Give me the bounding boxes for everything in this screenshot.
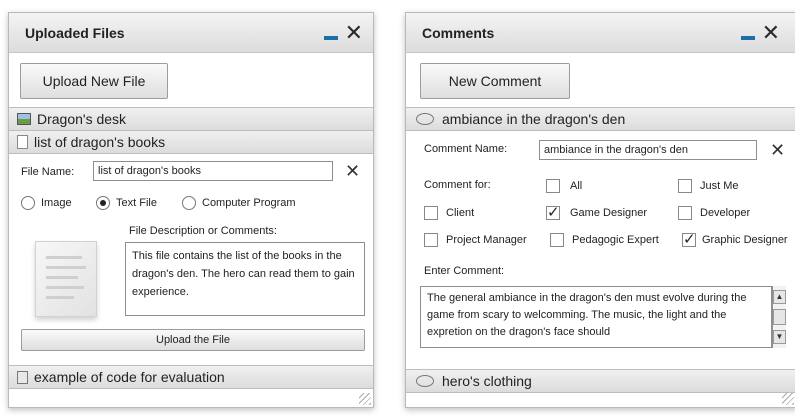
comment-bubble-icon xyxy=(416,113,434,125)
file-description-label: File Description or Comments: xyxy=(129,225,277,237)
code-file-icon xyxy=(17,370,28,384)
radio-text-file[interactable] xyxy=(96,196,110,210)
window-controls: ✕ xyxy=(323,21,363,43)
panel-title: Uploaded Files xyxy=(25,24,125,41)
comment-textarea[interactable]: The general ambiance in the dragon's den… xyxy=(420,286,772,348)
file-item-label: list of dragon's books xyxy=(34,134,166,150)
checkbox-developer[interactable] xyxy=(678,206,692,220)
comments-titlebar: Comments ✕ xyxy=(406,13,795,53)
upload-new-file-button[interactable]: Upload New File xyxy=(20,63,168,99)
resize-grip-icon[interactable] xyxy=(782,393,794,405)
close-icon[interactable]: ✕ xyxy=(345,21,363,43)
comment-name-field[interactable] xyxy=(539,140,757,160)
minimize-icon[interactable] xyxy=(323,23,339,43)
comment-item-label: hero's clothing xyxy=(442,373,532,389)
text-file-icon xyxy=(17,135,28,149)
comment-for-label: Comment for: xyxy=(424,179,491,191)
clear-comment-name-icon[interactable]: ✕ xyxy=(770,141,785,159)
window-controls: ✕ xyxy=(740,21,780,43)
panel-title: Comments xyxy=(422,24,495,41)
uploaded-files-panel: Uploaded Files ✕ Upload New File Dragon'… xyxy=(8,12,374,408)
checkbox-pedagogic-expert[interactable] xyxy=(550,233,564,247)
comment-item-ambiance[interactable]: ambiance in the dragon's den xyxy=(406,107,795,131)
resize-grip-icon[interactable] xyxy=(359,393,371,405)
checkbox-just-me-label: Just Me xyxy=(700,180,739,192)
file-item-list-of-dragons-books[interactable]: list of dragon's books xyxy=(9,130,373,154)
image-file-icon xyxy=(17,113,31,125)
checkbox-project-manager[interactable] xyxy=(424,233,438,247)
file-name-label: File Name: xyxy=(21,166,75,178)
checkbox-developer-label: Developer xyxy=(700,207,751,219)
checkbox-graphic-designer-label: Graphic Designer xyxy=(702,234,788,246)
scroll-down-icon[interactable]: ▼ xyxy=(773,330,786,344)
radio-image[interactable] xyxy=(21,196,35,210)
radio-computer-program[interactable] xyxy=(182,196,196,210)
file-item-label: example of code for evaluation xyxy=(34,369,225,385)
comment-scrollbar[interactable]: ▲ ▼ xyxy=(772,286,786,348)
document-preview-icon xyxy=(35,241,97,317)
radio-image-label: Image xyxy=(41,197,72,209)
checkbox-all-label: All xyxy=(570,180,583,192)
checkbox-graphic-designer[interactable]: ✓ xyxy=(682,232,696,247)
upload-the-file-button[interactable]: Upload the File xyxy=(21,329,365,351)
file-item-dragons-desk[interactable]: Dragon's desk xyxy=(9,107,373,131)
file-item-label: Dragon's desk xyxy=(37,111,127,127)
minimize-icon[interactable] xyxy=(740,23,756,43)
comment-item-label: ambiance in the dragon's den xyxy=(442,111,626,127)
checkbox-game-designer[interactable]: ✓ xyxy=(546,205,560,220)
checkbox-game-designer-label: Game Designer xyxy=(570,207,648,219)
comment-bubble-icon xyxy=(416,375,434,387)
radio-computer-program-label: Computer Program xyxy=(202,197,296,209)
comment-name-label: Comment Name: xyxy=(424,143,508,155)
checkbox-client[interactable] xyxy=(424,206,438,220)
uploaded-files-titlebar: Uploaded Files ✕ xyxy=(9,13,373,53)
radio-text-file-label: Text File xyxy=(116,197,157,209)
file-name-field[interactable] xyxy=(93,161,333,181)
file-item-example-of-code[interactable]: example of code for evaluation xyxy=(9,365,373,389)
checkbox-just-me[interactable] xyxy=(678,179,692,193)
checkbox-all[interactable] xyxy=(546,179,560,193)
checkbox-client-label: Client xyxy=(446,207,475,219)
scroll-up-icon[interactable]: ▲ xyxy=(773,290,786,304)
enter-comment-label: Enter Comment: xyxy=(424,265,505,277)
comment-item-heros-clothing[interactable]: hero's clothing xyxy=(406,369,795,393)
new-comment-button[interactable]: New Comment xyxy=(420,63,570,99)
close-icon[interactable]: ✕ xyxy=(762,21,780,43)
clear-file-name-icon[interactable]: ✕ xyxy=(345,162,360,180)
checkbox-pedagogic-expert-label: Pedagogic Expert xyxy=(572,234,659,246)
checkbox-project-manager-label: Project Manager xyxy=(446,234,527,246)
comments-panel: Comments ✕ New Comment ambiance in the d… xyxy=(405,12,795,408)
scroll-thumb[interactable] xyxy=(773,309,786,325)
file-description-textarea[interactable]: This file contains the list of the books… xyxy=(125,242,365,316)
